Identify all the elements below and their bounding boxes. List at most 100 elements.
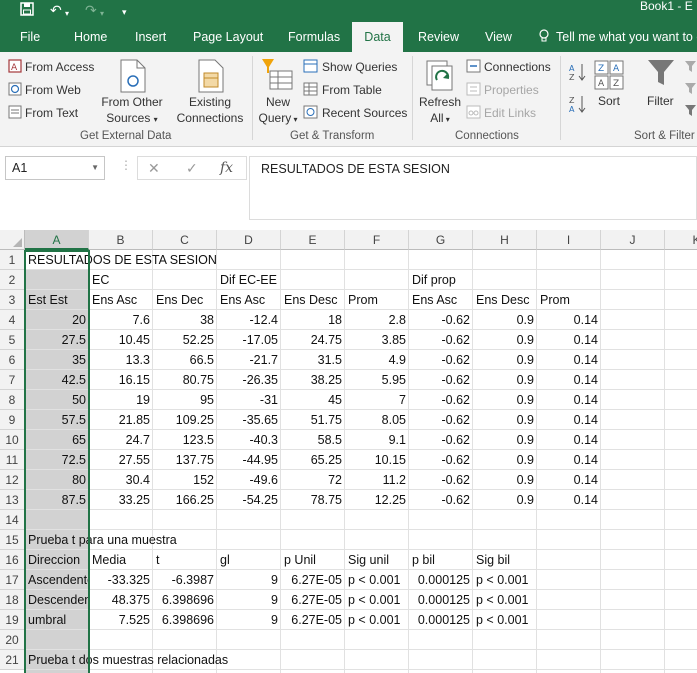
edit-links-button[interactable]: Edit Links — [484, 106, 536, 120]
cell-b13[interactable]: 33.25 — [89, 490, 153, 510]
cell-h5[interactable]: 0.9 — [473, 330, 537, 350]
cell-i6[interactable]: 0.14 — [537, 350, 601, 370]
cell-h13[interactable]: 0.9 — [473, 490, 537, 510]
cell-d8[interactable]: -31 — [217, 390, 281, 410]
cell-f11[interactable]: 10.15 — [345, 450, 409, 470]
clear-filter-icon[interactable] — [684, 60, 697, 76]
cell-d5[interactable]: -17.05 — [217, 330, 281, 350]
cell-d17[interactable]: 9 — [217, 570, 281, 590]
properties-button[interactable]: Properties — [484, 83, 539, 97]
cell-i11[interactable]: 0.14 — [537, 450, 601, 470]
from-access-button[interactable]: From Access — [25, 60, 94, 74]
row-header-14[interactable]: 14 — [0, 510, 25, 530]
tab-review[interactable]: Review — [418, 22, 459, 52]
cell-g11[interactable]: -0.62 — [409, 450, 473, 470]
cell-d16[interactable]: gl — [217, 550, 281, 570]
cell-d12[interactable]: -49.6 — [217, 470, 281, 490]
column-header-k[interactable]: K — [665, 230, 697, 250]
cell-f16[interactable]: Sig unil — [345, 550, 409, 570]
more-handle-icon[interactable]: ⋮ — [120, 158, 132, 172]
insert-function-icon[interactable]: fx — [220, 160, 233, 176]
cell-e3[interactable]: Ens Desc — [281, 290, 345, 310]
from-table-button[interactable]: From Table — [322, 83, 382, 97]
cell-g8[interactable]: -0.62 — [409, 390, 473, 410]
row-header-11[interactable]: 11 — [0, 450, 25, 470]
cell-i3[interactable]: Prom — [537, 290, 697, 310]
chevron-down-icon[interactable]: ▾ — [65, 6, 69, 22]
select-all-corner[interactable] — [0, 230, 25, 250]
sort-ascending-icon[interactable]: AZ — [568, 62, 586, 85]
cell-e4[interactable]: 18 — [281, 310, 345, 330]
cell-d10[interactable]: -40.3 — [217, 430, 281, 450]
cell-f3[interactable]: Prom — [345, 290, 409, 310]
cell-g9[interactable]: -0.62 — [409, 410, 473, 430]
cell-e9[interactable]: 51.75 — [281, 410, 345, 430]
refresh-all-button[interactable]: Refresh All ▾ — [416, 94, 464, 128]
cell-b4[interactable]: 7.6 — [89, 310, 153, 330]
cell-h3[interactable]: Ens Desc — [473, 290, 537, 310]
cell-d18[interactable]: 9 — [217, 590, 281, 610]
cell-f17[interactable]: p < 0.001 — [345, 570, 409, 590]
undo-icon[interactable]: ↶ — [50, 2, 62, 18]
cell-b11[interactable]: 27.55 — [89, 450, 153, 470]
show-queries-button[interactable]: Show Queries — [322, 60, 397, 74]
cell-e12[interactable]: 72 — [281, 470, 345, 490]
cell-f5[interactable]: 3.85 — [345, 330, 409, 350]
row-header-19[interactable]: 19 — [0, 610, 25, 630]
cell-g5[interactable]: -0.62 — [409, 330, 473, 350]
cell-a1[interactable]: RESULTADOS DE ESTA SESION — [25, 250, 697, 270]
row-header-9[interactable]: 9 — [0, 410, 25, 430]
cell-f4[interactable]: 2.8 — [345, 310, 409, 330]
cell-b12[interactable]: 30.4 — [89, 470, 153, 490]
cell-c18[interactable]: 6.398696 — [153, 590, 217, 610]
cell-c17[interactable]: -6.3987 — [153, 570, 217, 590]
cell-i13[interactable]: 0.14 — [537, 490, 601, 510]
cell-a13[interactable]: 87.5 — [25, 490, 89, 510]
cancel-icon[interactable]: ✕ — [148, 160, 160, 177]
chevron-down-icon[interactable]: ▼ — [91, 157, 99, 179]
row-header-5[interactable]: 5 — [0, 330, 25, 350]
cell-c9[interactable]: 109.25 — [153, 410, 217, 430]
cell-g16[interactable]: p bil — [409, 550, 473, 570]
cell-b9[interactable]: 21.85 — [89, 410, 153, 430]
cell-d19[interactable]: 9 — [217, 610, 281, 630]
customize-toolbar-icon[interactable]: ▾ — [122, 4, 127, 20]
row-header-6[interactable]: 6 — [0, 350, 25, 370]
tab-file[interactable]: File — [20, 22, 40, 52]
cell-b7[interactable]: 16.15 — [89, 370, 153, 390]
cell-c19[interactable]: 6.398696 — [153, 610, 217, 630]
cell-a15[interactable]: Prueba t para una muestra — [25, 530, 697, 550]
cell-g6[interactable]: -0.62 — [409, 350, 473, 370]
cell-e16[interactable]: p Unil — [281, 550, 345, 570]
name-box[interactable]: A1 ▼ — [5, 156, 105, 180]
cell-b6[interactable]: 13.3 — [89, 350, 153, 370]
row-header-18[interactable]: 18 — [0, 590, 25, 610]
existing-connections-button[interactable]: Existing Connections — [172, 94, 248, 126]
cell-b3[interactable]: Ens Asc — [89, 290, 153, 310]
cell-e18[interactable]: 6.27E-05 — [281, 590, 345, 610]
from-text-button[interactable]: From Text — [25, 106, 78, 120]
cell-h8[interactable]: 0.9 — [473, 390, 537, 410]
sort-button[interactable]: Sort — [598, 94, 620, 108]
cell-h10[interactable]: 0.9 — [473, 430, 537, 450]
cell-c11[interactable]: 137.75 — [153, 450, 217, 470]
filter-button[interactable]: Filter — [647, 94, 674, 108]
cell-c4[interactable]: 38 — [153, 310, 217, 330]
cell-a9[interactable]: 57.5 — [25, 410, 89, 430]
from-other-sources-button[interactable]: From Other Sources ▾ — [100, 94, 164, 128]
cell-c10[interactable]: 123.5 — [153, 430, 217, 450]
cell-g10[interactable]: -0.62 — [409, 430, 473, 450]
cell-e8[interactable]: 45 — [281, 390, 345, 410]
cell-i9[interactable]: 0.14 — [537, 410, 601, 430]
cell-b8[interactable]: 19 — [89, 390, 153, 410]
cell-h11[interactable]: 0.9 — [473, 450, 537, 470]
cell-g12[interactable]: -0.62 — [409, 470, 473, 490]
reapply-filter-icon[interactable] — [684, 82, 697, 98]
cell-c8[interactable]: 95 — [153, 390, 217, 410]
tab-page-layout[interactable]: Page Layout — [193, 22, 263, 52]
advanced-filter-icon[interactable] — [684, 104, 697, 120]
cell-b17[interactable]: -33.325 — [89, 570, 153, 590]
recent-sources-button[interactable]: Recent Sources — [322, 106, 407, 120]
cell-h17[interactable]: p < 0.001 — [473, 570, 697, 590]
cell-g19[interactable]: 0.000125 — [409, 610, 473, 630]
